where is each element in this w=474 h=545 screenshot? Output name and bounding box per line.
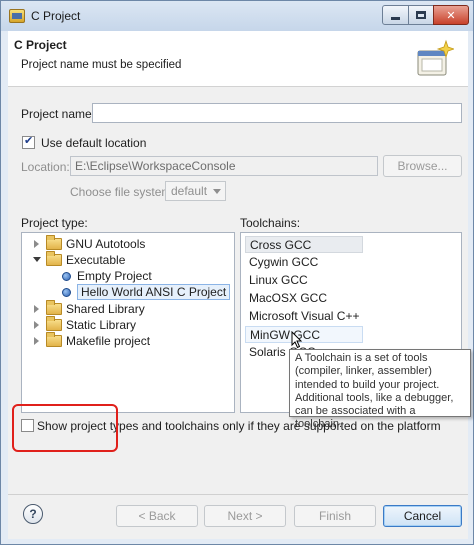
highlight-annotation — [12, 404, 118, 452]
wizard-banner-icon — [417, 39, 454, 76]
use-default-location-label: Use default location — [41, 136, 147, 150]
back-button[interactable]: < Back — [116, 505, 198, 527]
expand-arrow-icon[interactable] — [32, 320, 42, 330]
app-icon — [9, 9, 25, 23]
tree-item-label: Empty Project — [77, 269, 152, 283]
tree-item-label: Shared Library — [66, 302, 145, 316]
toolchain-item-linux-gcc[interactable]: Linux GCC — [245, 272, 312, 289]
tree-item-empty-project[interactable]: Empty Project — [62, 268, 152, 284]
folder-icon — [46, 316, 62, 331]
tree-item-label: Hello World ANSI C Project — [77, 284, 231, 300]
maximize-button[interactable] — [408, 5, 434, 25]
minimize-button[interactable] — [382, 5, 409, 25]
mouse-cursor-icon — [291, 331, 303, 349]
tooltip-line: (compiler, linker, assembler) — [295, 365, 432, 378]
wizard-banner: C Project Project name must be specified — [8, 31, 468, 87]
toolchain-item-microsoft-visual-cpp[interactable]: Microsoft Visual C++ — [245, 308, 364, 325]
folder-open-icon — [46, 251, 62, 266]
expand-arrow-icon[interactable] — [32, 304, 42, 314]
project-template-icon — [62, 271, 71, 281]
expand-arrow-icon[interactable] — [32, 239, 42, 249]
wizard-footer: ? < Back Next > Finish Cancel — [8, 495, 468, 539]
chevron-down-icon — [213, 189, 221, 194]
next-button[interactable]: Next > — [204, 505, 286, 527]
close-button[interactable]: ✕ — [433, 5, 469, 25]
tree-item-label: Static Library — [66, 318, 137, 332]
tree-item-static-library[interactable]: Static Library — [32, 316, 137, 333]
project-template-icon — [62, 287, 71, 297]
banner-message: Project name must be specified — [21, 59, 182, 71]
folder-icon — [46, 235, 62, 250]
toolchain-item-macosx-gcc[interactable]: MacOSX GCC — [245, 290, 331, 307]
use-default-location-checkbox[interactable] — [22, 134, 35, 149]
project-name-input[interactable] — [92, 103, 462, 123]
tooltip-line: A Toolchain is a set of tools — [295, 352, 428, 364]
toolchain-item-mingw-gcc[interactable]: MinGW GCC — [245, 326, 363, 343]
tooltip-line: Additional tools, like a debugger, — [295, 391, 454, 404]
tree-item-makefile-project[interactable]: Makefile project — [32, 332, 151, 349]
tooltip-line: can be associated with a toolchain. — [295, 405, 416, 431]
folder-icon — [46, 300, 62, 315]
window-title: C Project — [31, 9, 81, 23]
help-icon[interactable]: ? — [23, 504, 43, 524]
tree-item-shared-library[interactable]: Shared Library — [32, 300, 145, 317]
title-bar[interactable]: C Project ✕ — [1, 1, 473, 31]
browse-button[interactable]: Browse... — [383, 155, 462, 177]
toolchain-item-cygwin-gcc[interactable]: Cygwin GCC — [245, 254, 322, 271]
toolchain-tooltip: A Toolchain is a set of tools (compiler,… — [289, 349, 471, 430]
location-input[interactable]: E:\Eclipse\WorkspaceConsole — [70, 156, 378, 176]
tree-item-executable[interactable]: Executable — [32, 251, 126, 268]
file-system-select[interactable]: default — [165, 181, 226, 201]
maximize-icon — [416, 11, 426, 19]
toolchains-label: Toolchains: — [240, 216, 301, 230]
location-label: Location: — [21, 160, 70, 174]
tree-item-label: Makefile project — [66, 334, 151, 348]
toolchain-item-cross-gcc[interactable]: Cross GCC — [245, 236, 363, 253]
finish-button[interactable]: Finish — [294, 505, 376, 527]
project-type-tree[interactable]: GNU Autotools Executable Empty Project H… — [21, 232, 235, 413]
tree-item-label: Executable — [66, 253, 126, 267]
tooltip-line: intended to build your project. — [295, 378, 440, 391]
expand-arrow-icon[interactable] — [32, 336, 42, 346]
tree-item-hello-world-ansi-c[interactable]: Hello World ANSI C Project — [62, 284, 231, 300]
tree-item-label: GNU Autotools — [66, 237, 146, 251]
project-type-label: Project type: — [21, 216, 88, 230]
collapse-arrow-icon[interactable] — [32, 255, 42, 265]
banner-title: C Project — [14, 38, 67, 52]
dialog-window: C Project ✕ C Project Project name must … — [0, 0, 474, 545]
project-name-label: Project name: — [21, 107, 96, 121]
file-system-value: default — [171, 184, 208, 198]
cancel-button[interactable]: Cancel — [383, 505, 462, 527]
minimize-icon — [391, 16, 400, 20]
choose-file-system-label: Choose file system: — [70, 185, 175, 199]
close-icon: ✕ — [446, 9, 456, 22]
folder-icon — [46, 332, 62, 347]
tree-item-gnu-autotools[interactable]: GNU Autotools — [32, 235, 146, 252]
